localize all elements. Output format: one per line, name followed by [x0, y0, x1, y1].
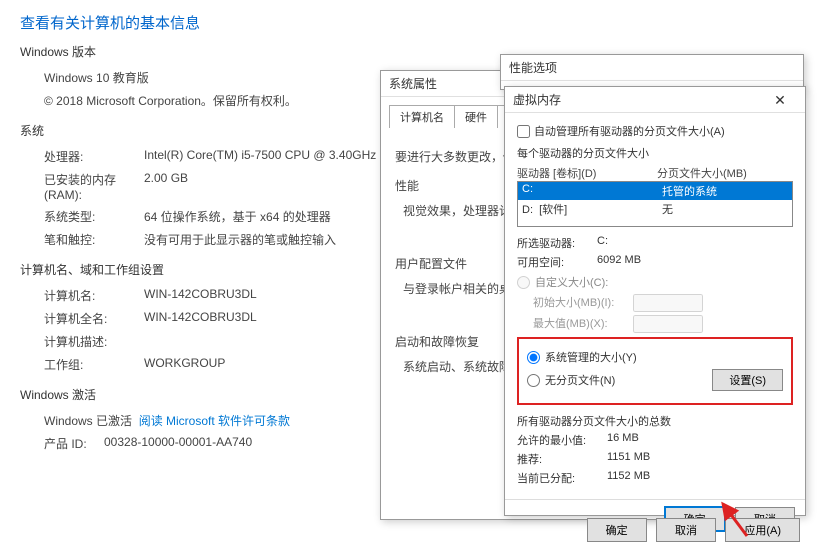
close-icon[interactable]: ✕ [763, 87, 797, 113]
systype: 64 位操作系统，基于 x64 的处理器 [144, 208, 331, 225]
drive-row[interactable]: C: 托管的系统 [518, 182, 792, 200]
pcfull: WIN-142COBRU3DL [144, 310, 257, 327]
tab-hardware[interactable]: 硬件 [455, 105, 498, 128]
sysprops-title: 系统属性 [389, 71, 437, 97]
radio-no-paging[interactable] [527, 374, 540, 387]
page-title: 查看有关计算机的基本信息 [20, 12, 799, 33]
pcname: WIN-142COBRU3DL [144, 287, 257, 304]
ok-button[interactable]: 确定 [587, 518, 647, 542]
product-id: 00328-10000-00001-AA740 [104, 435, 252, 452]
activation-status: Windows 已激活 [44, 412, 132, 429]
copyright: © 2018 Microsoft Corporation。保留所有权利。 [44, 92, 297, 109]
min-size: 16 MB [607, 432, 639, 448]
set-button[interactable]: 设置(S) [712, 369, 783, 391]
radio-system-managed[interactable] [527, 351, 540, 364]
apply-button[interactable]: 应用(A) [725, 518, 800, 542]
cancel-button[interactable]: 取消 [656, 518, 716, 542]
radio-custom-size[interactable] [517, 276, 530, 289]
pen: 没有可用于此显示器的笔或触控输入 [144, 231, 336, 248]
initial-size-input[interactable] [633, 294, 703, 312]
vmem-title: 虚拟内存 [513, 87, 561, 113]
sysprops-footer: 确定 取消 应用(A) [504, 518, 806, 542]
cur-size: 1152 MB [607, 470, 650, 486]
avail-space: 6092 MB [597, 254, 641, 270]
highlighted-region: 系统管理的大小(Y) 无分页文件(N) 设置(S) [517, 337, 793, 405]
perfopts-title: 性能选项 [509, 55, 557, 81]
rec-size: 1151 MB [607, 451, 650, 467]
selected-drive: C: [597, 235, 608, 251]
auto-manage-checkbox[interactable] [517, 125, 530, 138]
workgroup: WORKGROUP [144, 356, 225, 373]
drive-row[interactable]: D: [软件] 无 [518, 200, 792, 218]
ram: 2.00 GB [144, 171, 188, 202]
edition: Windows 10 教育版 [44, 69, 149, 86]
virtual-memory-dialog: 虚拟内存 ✕ 自动管理所有驱动器的分页文件大小(A) 每个驱动器的分页文件大小 … [504, 86, 806, 516]
tab-computer-name[interactable]: 计算机名 [389, 105, 455, 128]
performance-options-dialog: 性能选项 [500, 54, 804, 90]
drive-list[interactable]: C: 托管的系统 D: [软件] 无 [517, 181, 793, 227]
max-size-input[interactable] [633, 315, 703, 333]
license-link[interactable]: 阅读 Microsoft 软件许可条款 [139, 412, 290, 429]
